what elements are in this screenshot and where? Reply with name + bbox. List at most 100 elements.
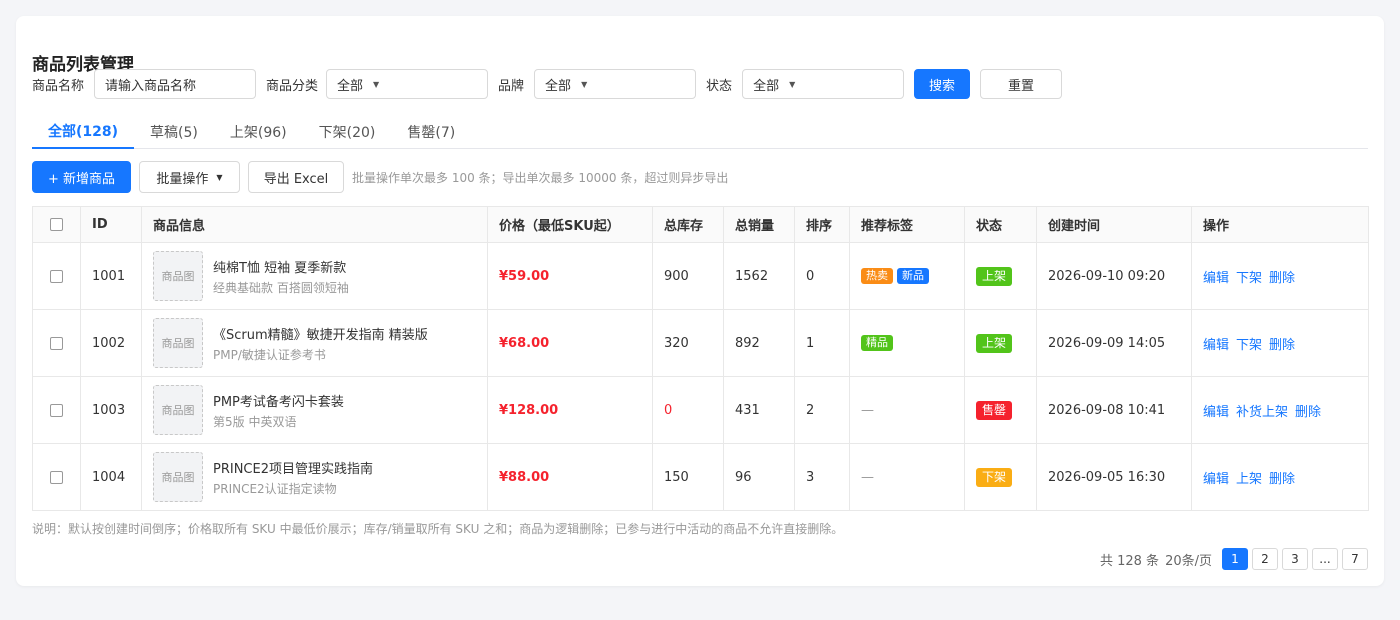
status-tabs: 全部(128) 草稿(5) 上架(96) 下架(20) 售罄(7) [32,114,1368,149]
status-cell: 上架 [964,309,1037,377]
product-subtitle: 第5版 中英双语 [213,414,297,429]
created-cell: 2026-09-05 16:30 [1036,443,1192,511]
product-sort: 3 [806,469,815,485]
price-cell: ¥88.00 [487,443,653,511]
tab-sold-out[interactable]: 售罄(7) [391,114,471,149]
product-image-placeholder: 商品图 [153,318,203,368]
caret-down-icon: ▼ [581,79,588,89]
status-cell: 上架 [964,242,1037,310]
product-subtitle: PMP/敏捷认证参考书 [213,347,326,362]
created-time: 2026-09-09 14:05 [1048,335,1166,351]
tab-draft[interactable]: 草稿(5) [134,114,214,149]
toolbar-hint: 批量操作单次最多 100 条；导出单次最多 10000 条，超过则异步导出 [352,170,729,185]
category-select-value: 全部 [337,78,364,94]
status-cell: 下架 [964,443,1037,511]
column-header: 总库存 [652,206,724,243]
product-image-placeholder: 商品图 [153,251,203,301]
row-action-link[interactable]: 编辑 [1203,271,1229,286]
brand-select[interactable]: 全部 ▼ [534,69,697,99]
row-checkbox[interactable] [50,269,63,283]
table-row: 1004 商品图 PRINCE2项目管理实践指南 PRINCE2认证指定读物 ¥88.0… [32,443,1369,511]
column-header: 商品信息 [141,206,488,243]
actions-cell: 编辑 补货上架 删除 [1191,376,1369,444]
product-name: 《Scrum精髓》敏捷开发指南 精装版 [213,327,428,343]
row-action-link[interactable]: 编辑 [1203,472,1229,487]
page-button[interactable]: 2 [1252,548,1278,570]
price-cell: ¥59.00 [487,242,653,310]
add-product-button[interactable]: + 新增商品 [32,161,131,193]
batch-action-button[interactable]: 批量操作 ▼ [139,161,240,193]
product-sort: 1 [806,335,815,351]
recommend-tag: 热卖 [861,268,893,284]
row-action-link[interactable]: 编辑 [1203,338,1229,353]
product-subtitle: PRINCE2认证指定读物 [213,481,337,496]
page-button[interactable]: 1 [1222,548,1248,570]
status-select-value: 全部 [753,78,780,94]
caret-down-icon: ▼ [373,79,380,89]
product-price: ¥59.00 [499,268,550,284]
category-select[interactable]: 全部 ▼ [326,69,489,99]
row-checkbox[interactable] [50,470,63,484]
status-select[interactable]: 全部 ▼ [742,69,905,99]
page-button[interactable]: 7 [1342,548,1368,570]
row-action-link[interactable]: 补货上架 [1236,405,1288,420]
sort-cell: 0 [794,242,850,310]
actions-cell: 编辑 下架 删除 [1191,242,1369,310]
product-sales: 96 [735,469,752,485]
row-action-link[interactable]: 上架 [1236,472,1262,487]
product-id: 1001 [92,268,126,284]
stock-cell: 150 [652,443,724,511]
pagination-ellipsis[interactable]: ... [1312,548,1338,570]
row-action-link[interactable]: 删除 [1269,472,1295,487]
status-badge: 售罄 [976,400,1013,420]
stock-cell: 320 [652,309,724,377]
row-select-cell [32,242,81,310]
brand-filter-label: 品牌 [498,78,525,94]
reset-button[interactable]: 重置 [980,69,1063,99]
row-checkbox[interactable] [50,403,63,417]
page-button[interactable]: 3 [1282,548,1308,570]
row-checkbox[interactable] [50,336,63,350]
product-info-cell: 商品图 《Scrum精髓》敏捷开发指南 精装版 PMP/敏捷认证参考书 [141,309,488,377]
created-time: 2026-09-10 09:20 [1048,268,1166,284]
status-badge: 上架 [976,333,1013,353]
sales-cell: 892 [723,309,795,377]
product-sales: 431 [735,402,760,418]
column-header: 价格（最低SKU起） [487,206,653,243]
brand-select-value: 全部 [545,78,572,94]
empty-tag: — [861,469,874,485]
recommend-tag: 新品 [897,268,929,284]
table-note: 说明：默认按创建时间倒序；价格取所有 SKU 中最低价展示；库存/销量取所有 S… [32,522,844,536]
product-info: 商品图 纯棉T恤 短袖 夏季新款 经典基础款 百搭圆领短袖 [153,251,476,301]
search-button[interactable]: 搜索 [914,69,971,99]
status-badge: 下架 [976,467,1013,487]
product-name: 纯棉T恤 短袖 夏季新款 [213,260,347,276]
product-image-placeholder: 商品图 [153,385,203,435]
product-image-placeholder: 商品图 [153,452,203,502]
tab-off-shelf[interactable]: 下架(20) [303,114,392,149]
stock-cell: 900 [652,242,724,310]
product-info-cell: 商品图 纯棉T恤 短袖 夏季新款 经典基础款 百搭圆领短袖 [141,242,488,310]
row-action-link[interactable]: 删除 [1269,338,1295,353]
caret-down-icon: ▼ [789,79,796,89]
status-badge: 上架 [976,266,1013,286]
product-sort: 0 [806,268,815,284]
column-header: 总销量 [723,206,795,243]
pagination-page-size[interactable]: 20条/页 [1165,550,1212,569]
row-select-cell [32,376,81,444]
product-name-input[interactable]: 请输入商品名称 [94,69,257,99]
row-action-link[interactable]: 删除 [1269,271,1295,286]
tab-on-shelf[interactable]: 上架(96) [214,114,303,149]
row-action-link[interactable]: 下架 [1236,338,1262,353]
row-action-link[interactable]: 删除 [1295,405,1321,420]
product-info: 商品图 PRINCE2项目管理实践指南 PRINCE2认证指定读物 [153,452,476,502]
batch-action-label: 批量操作 [156,171,209,187]
row-action-link[interactable]: 下架 [1236,271,1262,286]
tags-cell: — [849,376,965,444]
tab-all[interactable]: 全部(128) [32,114,135,149]
export-excel-button[interactable]: 导出 Excel [248,161,344,193]
row-action-link[interactable]: 编辑 [1203,405,1229,420]
select-all-checkbox[interactable] [50,218,63,231]
table-row: 1002 商品图 《Scrum精髓》敏捷开发指南 精装版 PMP/敏捷认证参考书 ¥68… [32,309,1369,377]
column-header: 操作 [1191,206,1369,243]
